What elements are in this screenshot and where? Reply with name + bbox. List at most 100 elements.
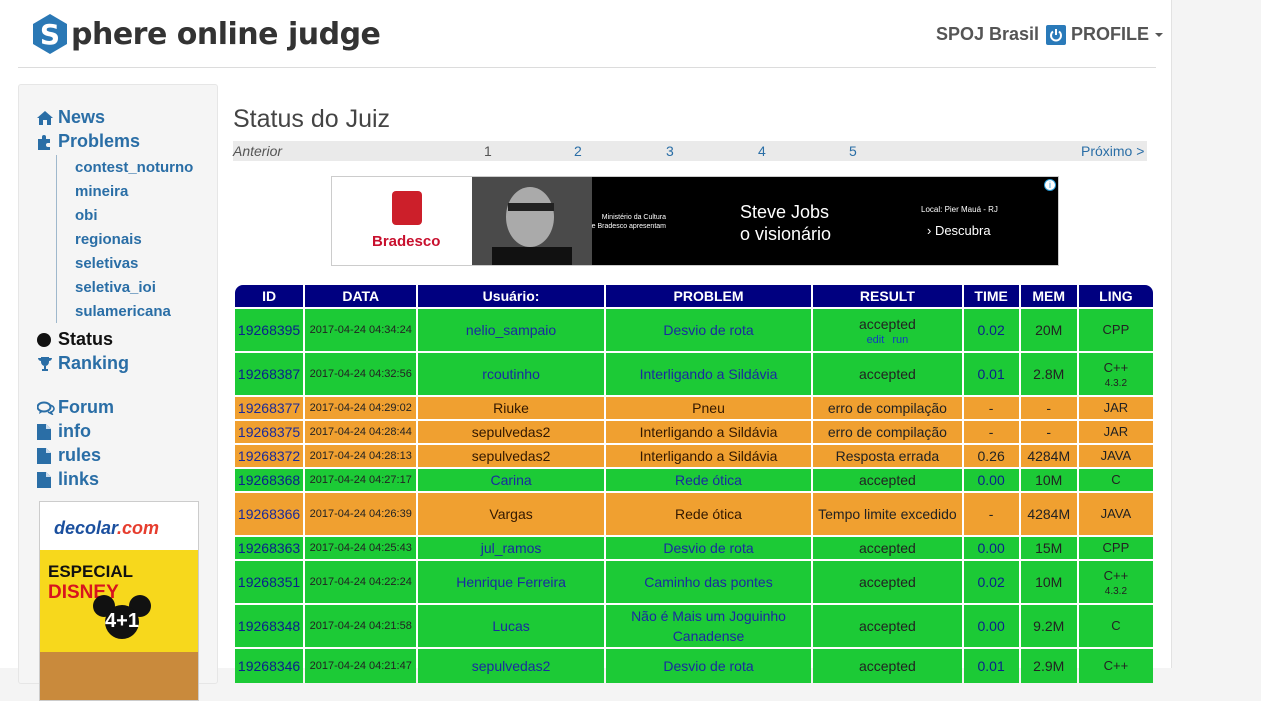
- nav-info-label: info: [58, 421, 91, 441]
- submission-problem[interactable]: Não é Mais um Joguinho Canadense: [605, 605, 812, 647]
- submission-time: 0.00: [963, 605, 1019, 647]
- submission-problem[interactable]: Desvio de rota: [605, 309, 812, 351]
- submission-id[interactable]: 19268377: [235, 397, 304, 419]
- submission-result: accepted: [813, 353, 962, 395]
- submission-user[interactable]: Lucas: [418, 605, 604, 647]
- nav-problems[interactable]: Problems: [37, 131, 140, 152]
- submission-problem[interactable]: Rede ótica: [605, 493, 812, 535]
- table-row: 19268372 2017-04-24 04:28:13 sepulvedas2 In…: [235, 445, 1153, 467]
- submission-mem: 2.8M: [1020, 353, 1077, 395]
- submission-result: erro de compilação: [813, 397, 962, 419]
- submission-id[interactable]: 19268368: [235, 469, 304, 491]
- result-link-run[interactable]: run: [892, 334, 908, 346]
- submission-problem[interactable]: Pneu: [605, 397, 812, 419]
- puzzle-icon: [37, 134, 55, 150]
- submission-date: 2017-04-24 04:34:24: [305, 309, 417, 351]
- file-icon: [37, 447, 55, 464]
- ad-info-icon[interactable]: i: [1044, 179, 1056, 191]
- submission-user[interactable]: Riuke: [418, 397, 604, 419]
- submission-id[interactable]: 19268375: [235, 421, 304, 443]
- submission-id[interactable]: 19268363: [235, 537, 304, 559]
- sidebar: News Problems contest_noturno mineira ob…: [18, 84, 218, 701]
- sidebar-item-sulamericana[interactable]: sulamericana: [75, 303, 171, 320]
- result-link-edit[interactable]: edit: [867, 334, 885, 346]
- submission-mem: 20M: [1020, 309, 1077, 351]
- table-row: 19268366 2017-04-24 04:26:39 Vargas Rede ót…: [235, 493, 1153, 535]
- submission-date: 2017-04-24 04:22:24: [305, 561, 417, 603]
- nav-links[interactable]: links: [37, 469, 99, 490]
- pager-page-4[interactable]: 4: [758, 143, 766, 159]
- submission-id[interactable]: 19268395: [235, 309, 304, 351]
- submission-id[interactable]: 19268351: [235, 561, 304, 603]
- submission-problem[interactable]: Desvio de rota: [605, 537, 812, 559]
- pager-page-2[interactable]: 2: [574, 143, 582, 159]
- submission-id[interactable]: 19268346: [235, 649, 304, 683]
- nav-news-label: News: [58, 107, 106, 127]
- submission-mem: 10M: [1020, 561, 1077, 603]
- spoj-brasil-link[interactable]: SPOJ Brasil: [936, 24, 1039, 45]
- submission-user[interactable]: Vargas: [418, 493, 604, 535]
- submission-problem[interactable]: Caminho das pontes: [605, 561, 812, 603]
- top-banner-ad[interactable]: Bradesco Ministério da Cultura e Bradesco…: [331, 176, 1059, 266]
- sidebar-item-regionais[interactable]: regionais: [75, 231, 142, 248]
- submission-lang: C: [1078, 469, 1153, 491]
- status-table: ID DATA Usuário: PROBLEM RESULT TIME MEM…: [233, 283, 1155, 685]
- sidebar-item-mineira[interactable]: mineira: [75, 183, 128, 200]
- col-lang: LING: [1078, 285, 1153, 307]
- submission-problem[interactable]: Interligando a Sildávia: [605, 353, 812, 395]
- submission-id[interactable]: 19268366: [235, 493, 304, 535]
- submission-time: 0.01: [963, 649, 1019, 683]
- submission-user[interactable]: sepulvedas2: [418, 649, 604, 683]
- nav-info[interactable]: info: [37, 421, 91, 442]
- submission-id[interactable]: 19268372: [235, 445, 304, 467]
- submission-user[interactable]: Carina: [418, 469, 604, 491]
- pager-page-3[interactable]: 3: [666, 143, 674, 159]
- lang-version: 4.3.2: [1104, 378, 1128, 389]
- pager-page-5[interactable]: 5: [849, 143, 857, 159]
- nav-rules[interactable]: rules: [37, 445, 101, 466]
- submission-user[interactable]: rcoutinho: [418, 353, 604, 395]
- submission-problem[interactable]: Interligando a Sildávia: [605, 421, 812, 443]
- submission-id[interactable]: 19268348: [235, 605, 304, 647]
- nav-status[interactable]: Status: [37, 329, 113, 350]
- nav-news[interactable]: News: [37, 107, 105, 128]
- submission-user[interactable]: jul_ramos: [418, 537, 604, 559]
- portrait: [472, 177, 592, 265]
- submission-problem[interactable]: Desvio de rota: [605, 649, 812, 683]
- submission-problem[interactable]: Interligando a Sildávia: [605, 445, 812, 467]
- sidebar-item-seletivas[interactable]: seletivas: [75, 255, 138, 272]
- lang-text: C: [1111, 472, 1121, 487]
- result-text: accepted: [858, 574, 916, 590]
- submission-problem[interactable]: Rede ótica: [605, 469, 812, 491]
- submission-user[interactable]: nelio_sampaio: [418, 309, 604, 351]
- ad-brand: decolar.com: [54, 518, 160, 538]
- submission-user[interactable]: sepulvedas2: [418, 445, 604, 467]
- site-logo[interactable]: S phere online judge: [32, 12, 381, 56]
- nav-ranking[interactable]: Ranking: [37, 353, 129, 374]
- submission-user[interactable]: Henrique Ferreira: [418, 561, 604, 603]
- col-user: Usuário:: [418, 285, 604, 307]
- submission-date: 2017-04-24 04:28:44: [305, 421, 417, 443]
- result-text: Tempo limite excedido: [818, 506, 957, 522]
- col-data: DATA: [305, 285, 417, 307]
- submission-time: 0.02: [963, 561, 1019, 603]
- submission-user[interactable]: sepulvedas2: [418, 421, 604, 443]
- banner-cta[interactable]: › Descubra: [927, 223, 991, 238]
- nav-forum[interactable]: Forum: [37, 397, 114, 418]
- submission-time: -: [963, 397, 1019, 419]
- comments-icon: [37, 401, 55, 415]
- power-icon: [1046, 24, 1066, 45]
- pager-next[interactable]: Próximo >: [1081, 143, 1144, 159]
- submission-id[interactable]: 19268387: [235, 353, 304, 395]
- sidebar-item-seletiva-ioi[interactable]: seletiva_ioi: [75, 279, 156, 296]
- sidebar-item-contest-noturno[interactable]: contest_noturno: [75, 159, 193, 176]
- page-title: Status do Juiz: [233, 105, 391, 133]
- col-problem: PROBLEM: [605, 285, 812, 307]
- table-row: 19268377 2017-04-24 04:29:02 Riuke Pneu erro…: [235, 397, 1153, 419]
- col-id: ID: [235, 285, 304, 307]
- sidebar-ad[interactable]: decolar.com ESPECIAL DISNEY 4+1: [39, 501, 199, 701]
- submission-result: Resposta errada: [813, 445, 962, 467]
- sidebar-item-obi[interactable]: obi: [75, 207, 98, 224]
- bradesco-logo-icon: [392, 191, 422, 225]
- profile-menu[interactable]: PROFILE: [1046, 24, 1164, 45]
